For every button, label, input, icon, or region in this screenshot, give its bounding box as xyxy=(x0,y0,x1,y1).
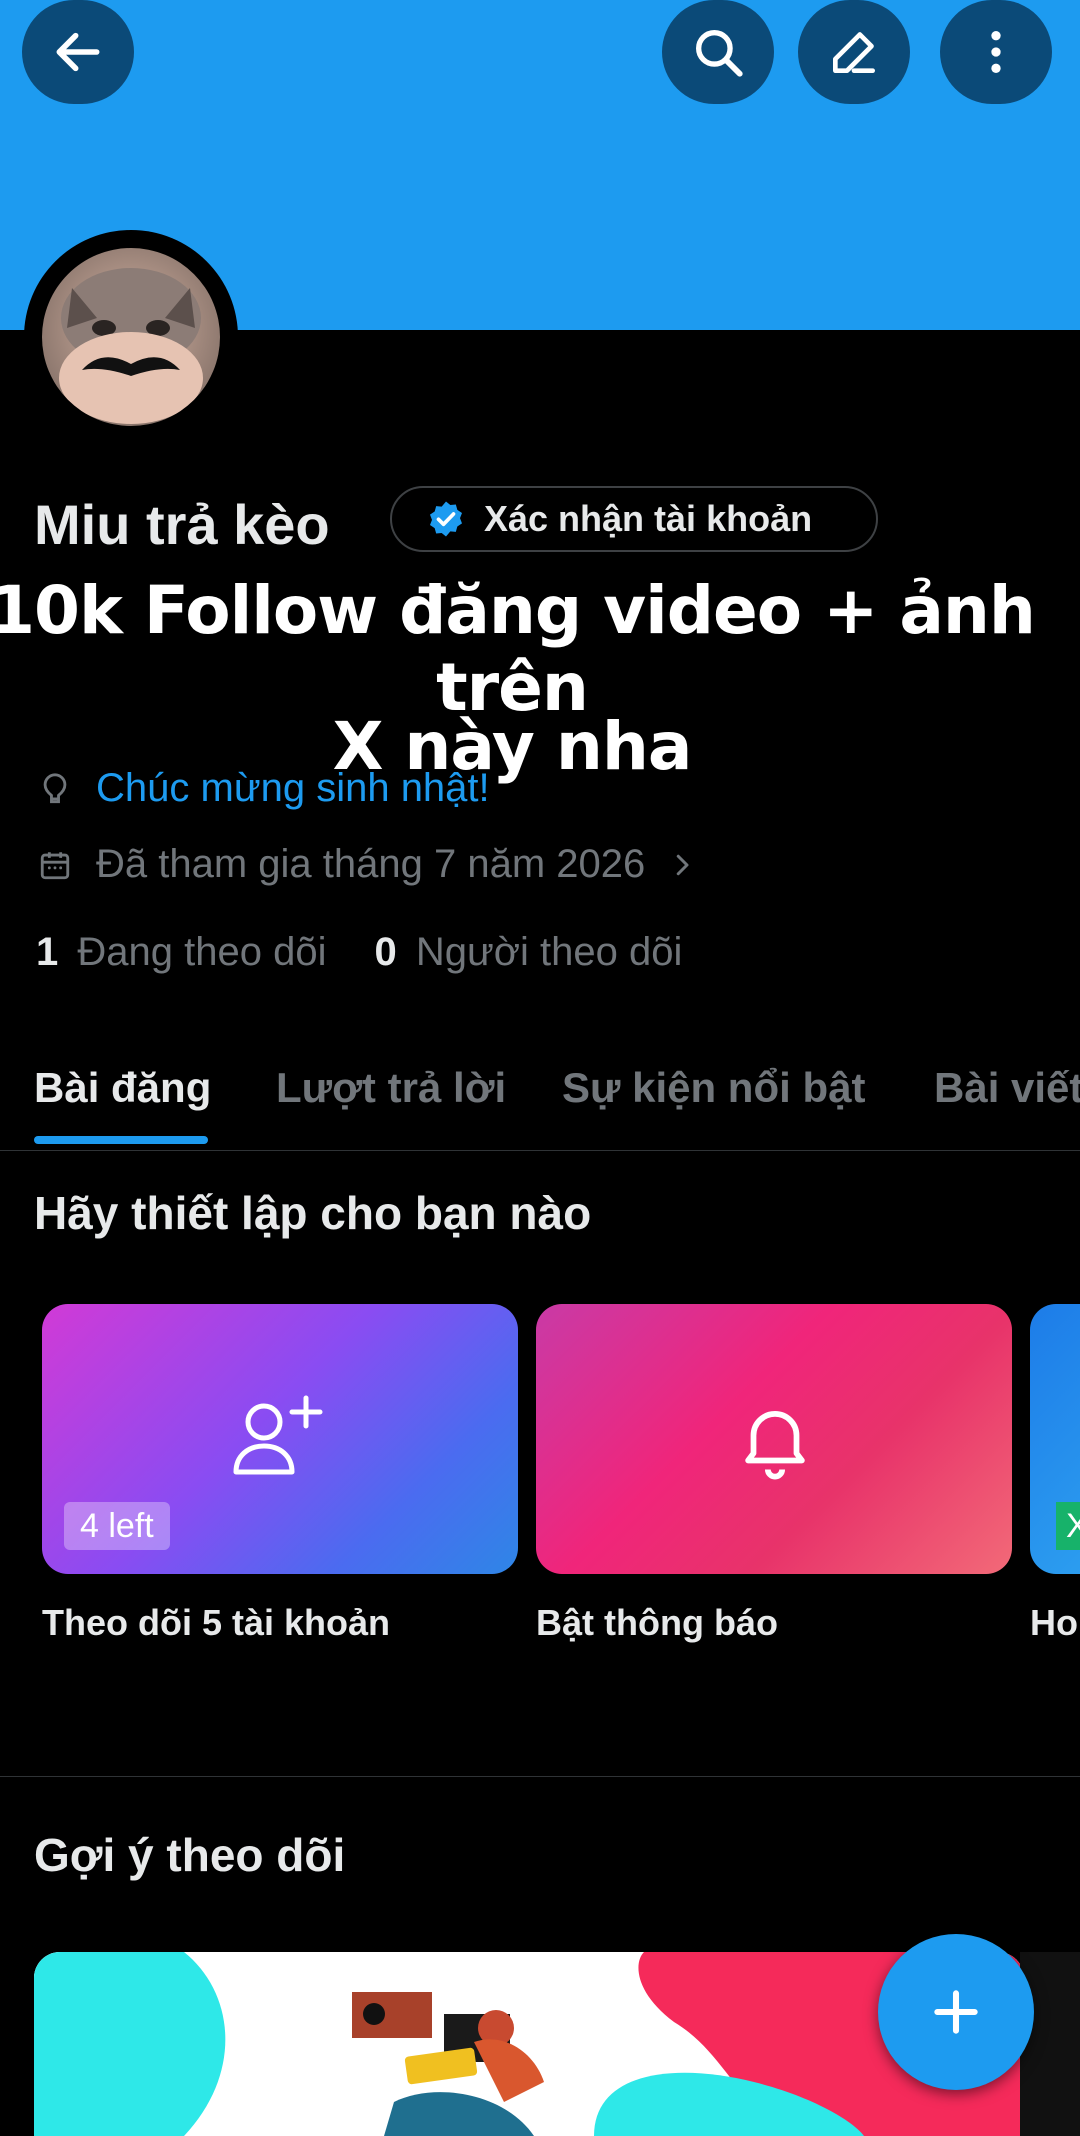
search-icon xyxy=(696,30,743,77)
following-stat[interactable]: 1 Đang theo dõi xyxy=(36,930,326,975)
tab-highlights[interactable]: Sự kiện nổi bật xyxy=(562,1064,865,1112)
calendar-icon xyxy=(36,846,74,884)
joined-date: Đã tham gia tháng 7 năm 2026 xyxy=(96,842,646,886)
profile-name: Miu trả kèo xyxy=(34,493,330,556)
third-setup-card[interactable]: X xyxy=(1030,1304,1080,1574)
follow-accounts-card[interactable]: 4 left xyxy=(42,1304,518,1574)
remaining-badge: 4 left xyxy=(64,1502,170,1550)
follow-accounts-label: Theo dõi 5 tài khoản xyxy=(42,1602,391,1643)
following-count: 1 xyxy=(36,930,59,974)
back-arrow-icon xyxy=(56,32,100,72)
more-vertical-icon xyxy=(991,31,1001,73)
setup-title: Hãy thiết lập cho bạn nào xyxy=(34,1187,592,1239)
tab-articles[interactable]: Bài viết xyxy=(934,1064,1080,1112)
section-divider xyxy=(0,1776,1080,1777)
chevron-right-icon xyxy=(677,854,689,875)
active-tab-indicator xyxy=(34,1136,208,1144)
plus-icon xyxy=(934,1990,978,2034)
person-add-icon xyxy=(233,1395,323,1475)
back-button[interactable] xyxy=(22,0,134,104)
promo-illustration xyxy=(34,1952,1024,2136)
suggestion-promo-card[interactable] xyxy=(34,1952,1024,2136)
enable-notifications-label: Bật thông báo xyxy=(536,1602,778,1643)
following-label: Đang theo dõi xyxy=(77,930,327,974)
more-options-button[interactable] xyxy=(940,0,1052,104)
bell-icon xyxy=(745,1411,805,1480)
location-row: Chúc mừng sinh nhật! xyxy=(36,766,490,811)
tab-posts[interactable]: Bài đăng xyxy=(34,1064,211,1112)
cat-avatar-image xyxy=(59,268,203,424)
overlay-caption-line1: 10k Follow đăng video + ảnh trên xyxy=(0,571,1037,728)
follow-stats: 1 Đang theo dõi 0 Người theo dõi xyxy=(36,930,682,975)
third-card-badge: X xyxy=(1056,1502,1080,1550)
birthday-link[interactable]: Chúc mừng sinh nhật! xyxy=(96,766,490,811)
followers-count: 0 xyxy=(374,930,397,974)
next-suggestion-card[interactable] xyxy=(1020,1952,1080,2136)
verify-account-label: Xác nhận tài khoản xyxy=(484,498,813,539)
search-button[interactable] xyxy=(662,0,774,104)
joined-row[interactable]: Đã tham gia tháng 7 năm 2026 xyxy=(36,842,697,887)
enable-notifications-card[interactable] xyxy=(536,1304,1012,1574)
suggestions-title: Gợi ý theo dõi xyxy=(34,1829,346,1881)
location-pin-icon xyxy=(36,770,74,808)
tab-replies[interactable]: Lượt trả lời xyxy=(276,1064,506,1112)
verified-badge-icon xyxy=(430,501,462,537)
followers-label: Người theo dõi xyxy=(415,930,683,974)
edit-button[interactable] xyxy=(798,0,910,104)
followers-stat[interactable]: 0 Người theo dõi xyxy=(374,930,682,975)
verify-account-button[interactable]: Xác nhận tài khoản xyxy=(390,486,878,552)
pencil-icon xyxy=(833,32,875,73)
compose-fab[interactable] xyxy=(878,1934,1034,2090)
third-setup-label: Ho xyxy=(1030,1602,1078,1643)
avatar[interactable] xyxy=(42,248,220,426)
